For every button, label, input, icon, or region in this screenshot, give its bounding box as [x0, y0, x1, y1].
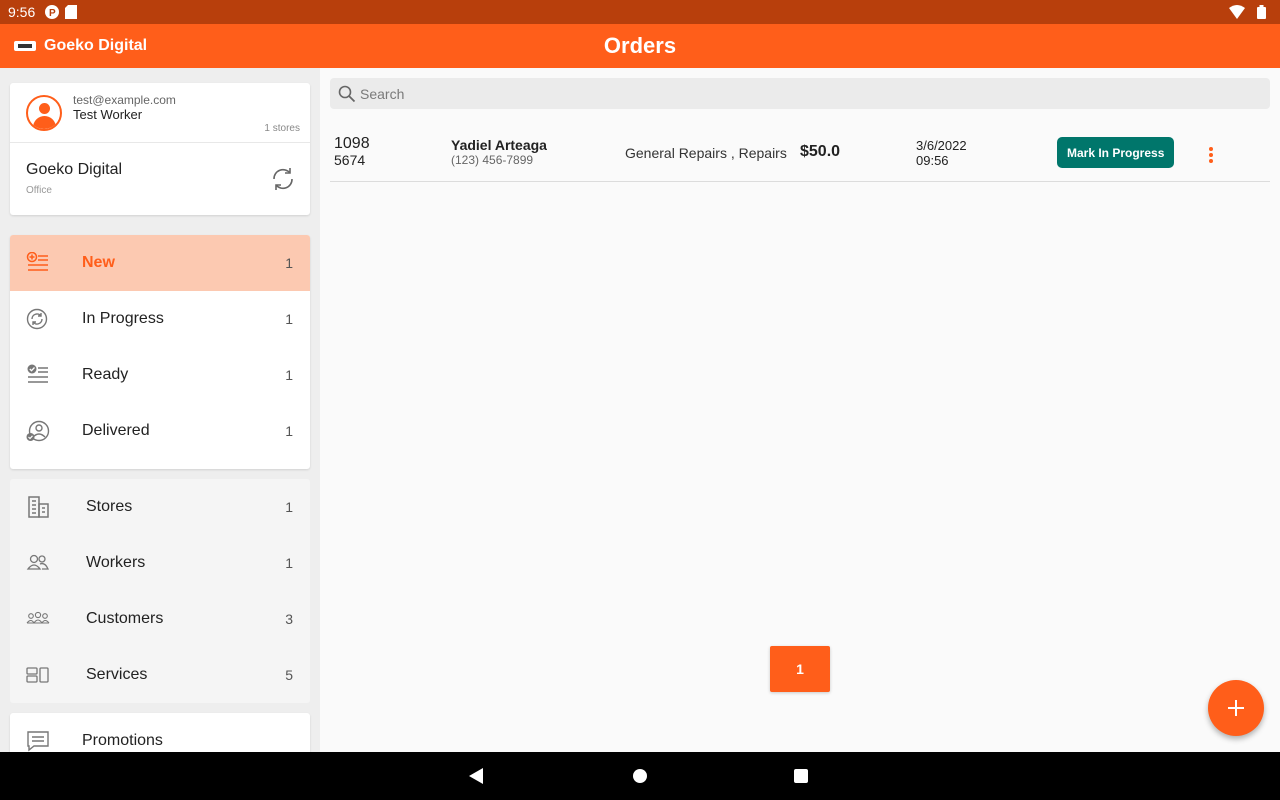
order-date-cell: 3/6/2022 09:56: [916, 138, 967, 168]
plus-icon: [1228, 700, 1244, 716]
order-sub-number: 5674: [334, 152, 366, 168]
sidebar-item-count: 3: [285, 611, 293, 627]
brand-name: Goeko Digital: [44, 37, 148, 54]
search-input[interactable]: [360, 85, 1240, 102]
more-options-icon[interactable]: [1206, 145, 1216, 165]
mark-in-progress-button[interactable]: Mark In Progress: [1057, 137, 1175, 168]
sidebar-item-label: In Progress: [82, 310, 164, 327]
customer-cell: Yadiel Arteaga (123) 456-7899: [451, 137, 547, 167]
sd-card-icon: [65, 5, 78, 19]
services-icon: [26, 667, 49, 683]
search-icon: [338, 85, 356, 102]
sidebar-item-count: 5: [285, 667, 293, 683]
sidebar-item-count: 1: [285, 499, 293, 515]
order-status-nav: New 1 In Progress 1 Ready 1 Delivered 1: [10, 235, 310, 469]
sidebar: test@example.com Test Worker 1 stores Go…: [0, 68, 320, 752]
sidebar-item-count: 1: [285, 311, 293, 327]
user-name: Test Worker: [73, 107, 143, 122]
sidebar-item-label: Stores: [86, 498, 133, 515]
status-bar: 9:56 P: [0, 0, 1280, 24]
user-store-card: test@example.com Test Worker 1 stores Go…: [10, 83, 310, 215]
sidebar-item-stores[interactable]: Stores 1: [10, 479, 310, 535]
sidebar-item-label: Customers: [86, 610, 164, 627]
sidebar-item-services[interactable]: Services 5: [10, 647, 310, 703]
sidebar-item-new[interactable]: New 1: [10, 235, 310, 291]
sync-icon[interactable]: [270, 166, 296, 192]
home-icon[interactable]: [633, 769, 647, 783]
sidebar-item-count: 1: [285, 423, 293, 439]
customers-icon: [26, 611, 50, 624]
promotions-card: Promotions: [10, 713, 310, 752]
sidebar-item-delivered[interactable]: Delivered 1: [10, 403, 310, 459]
stores-count: 1 stores: [264, 123, 300, 134]
sidebar-item-count: 1: [285, 555, 293, 571]
search-bar[interactable]: [330, 78, 1270, 109]
brand-logo-icon: [14, 41, 36, 51]
user-email: test@example.com: [73, 93, 176, 107]
message-icon: [27, 731, 49, 752]
workers-icon: [26, 554, 49, 570]
wifi-icon: [1229, 5, 1245, 19]
sidebar-item-label: New: [82, 254, 115, 271]
new-list-icon: [26, 252, 48, 271]
store-row[interactable]: Goeko Digital Office: [10, 143, 310, 215]
person-check-icon: [26, 420, 50, 442]
svg-text:P: P: [49, 8, 56, 19]
order-services: General Repairs , Repairs: [625, 145, 787, 161]
add-order-button[interactable]: [1208, 680, 1264, 736]
sidebar-item-in-progress[interactable]: In Progress 1: [10, 291, 310, 347]
store-name: Goeko Digital: [26, 161, 123, 178]
order-number-cell: 1098 5674: [334, 135, 370, 168]
recent-apps-icon[interactable]: [794, 769, 808, 783]
sidebar-item-customers[interactable]: Customers 3: [10, 591, 310, 647]
sidebar-item-label: Delivered: [82, 422, 150, 439]
sidebar-item-workers[interactable]: Workers 1: [10, 535, 310, 591]
sidebar-item-label: Workers: [86, 554, 146, 571]
app-notification-icon: P: [45, 5, 60, 19]
sidebar-item-promotions[interactable]: Promotions: [10, 713, 310, 752]
store-type: Office: [26, 185, 52, 196]
sync-circle-icon: [26, 308, 48, 330]
back-icon[interactable]: [469, 768, 483, 784]
order-number: 1098: [334, 135, 370, 152]
sidebar-item-label: Services: [86, 666, 148, 683]
building-icon: [28, 496, 49, 518]
avatar: [26, 95, 62, 131]
order-price: $50.0: [800, 143, 841, 160]
management-nav: Stores 1 Workers 1 Customers 3 Services …: [10, 479, 310, 703]
checklist-icon: [27, 364, 48, 383]
order-date: 3/6/2022: [916, 138, 967, 153]
user-row[interactable]: test@example.com Test Worker 1 stores: [10, 83, 310, 143]
sidebar-item-count: 1: [285, 255, 293, 271]
app-bar: Goeko Digital Orders: [0, 24, 1280, 68]
order-time: 09:56: [916, 153, 949, 168]
customer-phone: (123) 456-7899: [451, 153, 534, 167]
sidebar-item-label: Promotions: [82, 732, 163, 749]
order-row[interactable]: 1098 5674 Yadiel Arteaga (123) 456-7899 …: [330, 126, 1270, 182]
system-nav-bar: [0, 752, 1280, 800]
status-time: 9:56: [8, 4, 36, 20]
sidebar-item-label: Ready: [82, 366, 129, 383]
main-content: 1098 5674 Yadiel Arteaga (123) 456-7899 …: [320, 68, 1280, 752]
brand[interactable]: Goeko Digital: [0, 37, 300, 55]
battery-icon: [1257, 5, 1266, 19]
sidebar-item-ready[interactable]: Ready 1: [10, 347, 310, 403]
customer-name: Yadiel Arteaga: [451, 137, 547, 153]
pagination-page-button[interactable]: 1: [770, 646, 830, 692]
sidebar-item-count: 1: [285, 367, 293, 383]
